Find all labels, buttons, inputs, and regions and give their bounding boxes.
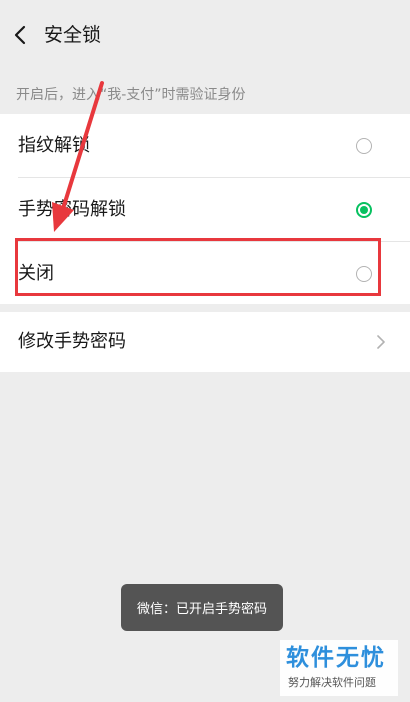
option-fingerprint-unlock[interactable]: 指纹解锁 [0, 114, 410, 177]
option-label: 手势密码解锁 [18, 198, 126, 220]
change-gesture-password-item[interactable]: 修改手势密码 [0, 312, 410, 372]
unlock-options-group: 指纹解锁 手势密码解锁 关闭 [0, 114, 410, 304]
change-gesture-label: 修改手势密码 [18, 331, 126, 352]
chevron-right-icon [377, 335, 385, 349]
radio-checked-icon[interactable] [356, 201, 372, 218]
option-label: 指纹解锁 [18, 134, 90, 156]
section-hint: 开启后，进入“我-支付”时需验证身份 [16, 87, 246, 103]
watermark-logo: 软件无忧 努力解决软件问题 [280, 640, 398, 696]
radio-icon[interactable] [356, 137, 372, 154]
option-label: 关闭 [18, 262, 54, 284]
page-title: 安全锁 [44, 24, 102, 46]
chevron-left-icon [14, 25, 26, 45]
nav-bar: 安全锁 [0, 0, 410, 70]
change-gesture-group: 修改手势密码 [0, 312, 410, 372]
toast-message: 微信：已开启手势密码 [121, 584, 283, 631]
watermark-title: 软件无忧 [286, 645, 386, 671]
option-gesture-unlock[interactable]: 手势密码解锁 [0, 178, 410, 241]
back-button[interactable] [8, 20, 36, 50]
option-off[interactable]: 关闭 [0, 242, 410, 305]
watermark-subtitle: 努力解决软件问题 [288, 676, 376, 689]
radio-icon[interactable] [356, 265, 372, 282]
